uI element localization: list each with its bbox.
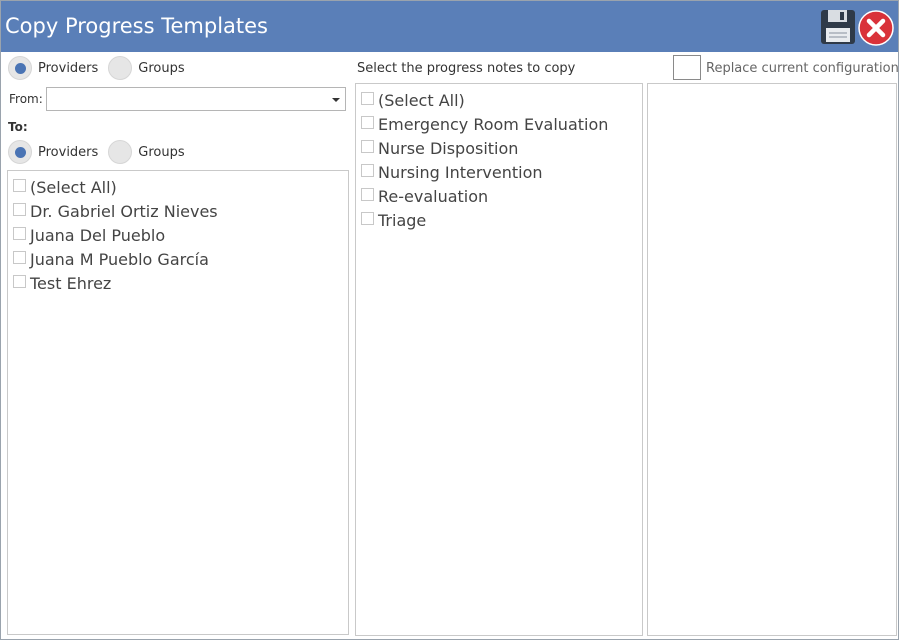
progress-notes-list-panel: (Select All) Emergency Room Evaluation N… [355,83,643,636]
replace-configuration-label: Replace current configuration [706,61,899,76]
list-item[interactable]: Juana M Pueblo García [13,247,348,271]
close-x-icon [858,10,894,46]
list-item[interactable]: Juana Del Pueblo [13,223,348,247]
list-item-label: Re-evaluation [378,186,489,206]
chevron-down-icon [332,98,340,102]
list-item[interactable]: Re-evaluation [361,184,642,208]
source-providers-radio[interactable] [8,56,32,80]
checkbox[interactable] [361,211,374,225]
list-item[interactable]: (Select All) [13,175,348,199]
list-item-label: Juana Del Pueblo [30,225,166,245]
source-groups-radio[interactable] [108,56,133,80]
list-item-label: Dr. Gabriel Ortiz Nieves [30,201,218,221]
checkbox[interactable] [13,178,26,192]
source-groups-label: Groups [138,60,185,76]
checkbox[interactable] [13,274,26,288]
checkbox[interactable] [361,187,374,201]
list-item[interactable]: Nursing Intervention [361,160,642,184]
window-title: Copy Progress Templates [5,14,269,38]
close-button[interactable] [858,10,894,46]
from-combobox[interactable] [46,87,346,111]
target-groups-label: Groups [138,144,185,160]
list-item[interactable]: Dr. Gabriel Ortiz Nieves [13,199,348,223]
list-item-label: (Select All) [30,177,117,197]
source-providers-label: Providers [38,60,99,76]
target-type-group: Providers Groups [8,140,193,164]
list-item[interactable]: Triage [361,208,642,232]
checkbox[interactable] [13,202,26,216]
list-item-label: Emergency Room Evaluation [378,114,609,134]
list-item[interactable]: (Select All) [361,88,642,112]
copy-progress-templates-window: Copy Progress Templates Providers Groups… [0,0,899,640]
to-label: To: [8,120,28,134]
target-provider-list: (Select All) Dr. Gabriel Ortiz Nieves Ju… [8,171,348,295]
list-item-label: Triage [378,210,427,230]
checkbox[interactable] [361,163,374,177]
notes-heading: Select the progress notes to copy [357,61,576,76]
checkbox[interactable] [13,226,26,240]
checkbox[interactable] [361,115,374,129]
list-item-label: Nurse Disposition [378,138,519,158]
checkbox[interactable] [13,250,26,264]
list-item-label: Nursing Intervention [378,162,543,182]
checkbox[interactable] [361,91,374,105]
title-bar: Copy Progress Templates [1,1,898,52]
list-item-label: (Select All) [378,90,465,110]
destination-panel [647,83,897,636]
save-button[interactable] [820,9,856,45]
list-item[interactable]: Nurse Disposition [361,136,642,160]
target-groups-radio[interactable] [108,140,133,164]
target-providers-label: Providers [38,144,99,160]
target-provider-list-panel: (Select All) Dr. Gabriel Ortiz Nieves Ju… [7,170,349,635]
floppy-disk-icon [821,10,855,44]
from-label: From: [9,92,43,106]
list-item[interactable]: Emergency Room Evaluation [361,112,642,136]
list-item[interactable]: Test Ehrez [13,271,348,295]
list-item-label: Juana M Pueblo García [30,249,209,269]
list-item-label: Test Ehrez [30,273,112,293]
progress-notes-list: (Select All) Emergency Room Evaluation N… [356,84,642,232]
target-providers-radio[interactable] [8,140,32,164]
replace-configuration-checkbox[interactable] [673,55,701,80]
checkbox[interactable] [361,139,374,153]
source-type-group: Providers Groups [8,56,193,80]
